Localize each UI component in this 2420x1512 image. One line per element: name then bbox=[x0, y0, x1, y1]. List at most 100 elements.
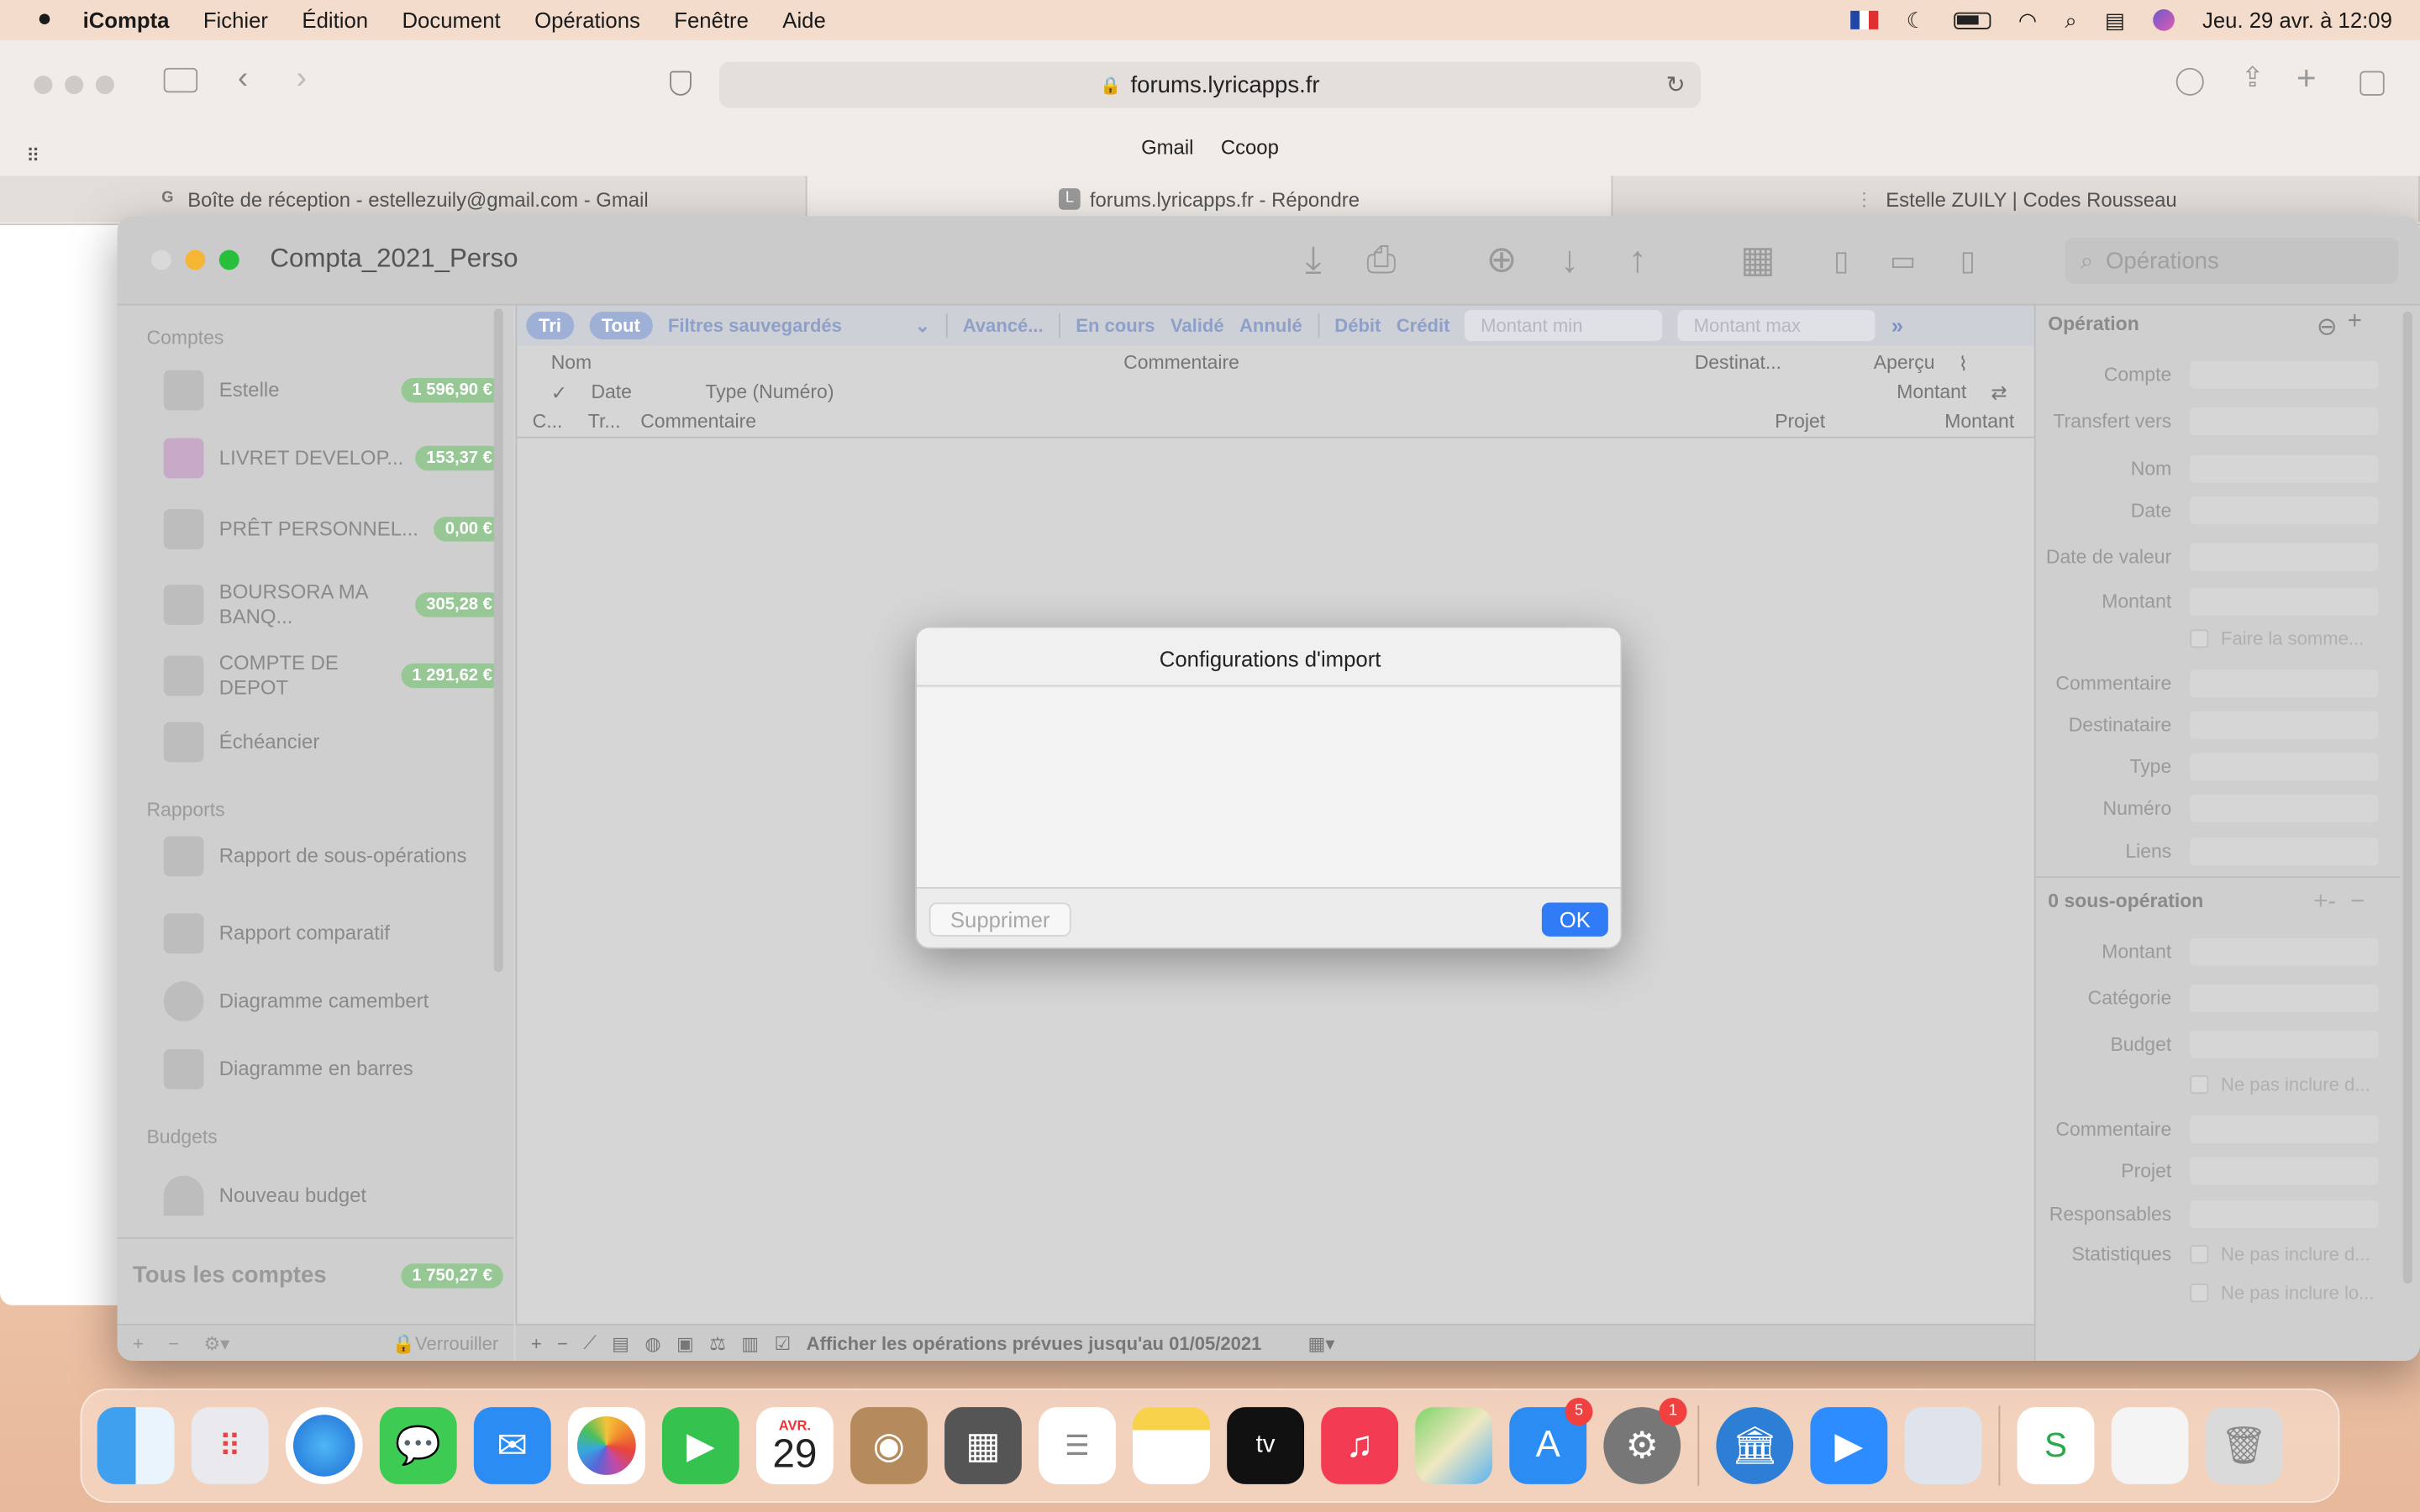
arrow-up-icon[interactable]: ↑ bbox=[1614, 238, 1660, 284]
left-panel-icon[interactable]: ▯ bbox=[1818, 238, 1865, 284]
account-estelle[interactable]: Estelle 1 596,90 € bbox=[163, 370, 503, 411]
lock-button[interactable]: 🔒Verrouiller bbox=[392, 1332, 499, 1354]
tab-overview-icon[interactable] bbox=[2360, 71, 2385, 96]
arrow-down-icon[interactable]: ↓ bbox=[1546, 238, 1592, 284]
minimize-button[interactable] bbox=[185, 249, 206, 270]
col-destinataire[interactable]: Destinat... bbox=[1695, 352, 1781, 374]
id-card-icon[interactable]: ▣ bbox=[676, 1332, 694, 1354]
import-icon[interactable]: ⤓ bbox=[1290, 238, 1336, 284]
all-accounts[interactable]: Tous les comptes 1 750,27 € bbox=[133, 1262, 503, 1289]
amount-min-input[interactable]: Montant min bbox=[1465, 310, 1663, 341]
wifi-icon[interactable]: ◠ bbox=[2018, 7, 2037, 33]
sidebar-toggle-icon[interactable] bbox=[163, 67, 198, 93]
remove-icon[interactable]: − bbox=[557, 1332, 568, 1354]
line-chart-icon[interactable]: ⟋ bbox=[583, 1331, 596, 1355]
saved-filters-select[interactable]: Filtres sauvegardés ⌄ bbox=[668, 315, 930, 337]
add-sub-icon[interactable]: +- bbox=[2313, 889, 2336, 916]
account-livret[interactable]: LIVRET DEVELOP... 153,37 € bbox=[163, 438, 503, 479]
add-icon[interactable]: + bbox=[133, 1332, 144, 1354]
print-icon[interactable]: ⎙ bbox=[1358, 238, 1404, 284]
battery-icon[interactable] bbox=[1953, 11, 1991, 29]
menu-aide[interactable]: Aide bbox=[782, 8, 825, 32]
sub-montant-input[interactable] bbox=[2190, 937, 2379, 966]
account-boursora[interactable]: BOURSORA MA BANQ... 305,28 € bbox=[163, 580, 503, 630]
account-compte-depot[interactable]: COMPTE DE DEPOT 1 291,62 € bbox=[163, 651, 503, 701]
exclude-checkbox[interactable] bbox=[2190, 1075, 2209, 1095]
facetime-icon[interactable]: ▶ bbox=[661, 1407, 739, 1484]
preview-icon[interactable] bbox=[1904, 1407, 1982, 1484]
reminders-icon[interactable]: ☰ bbox=[1039, 1407, 1116, 1484]
report-sous-operations[interactable]: Rapport de sous-opérations bbox=[163, 836, 503, 877]
projet-select[interactable] bbox=[2190, 1157, 2379, 1185]
col-c[interactable]: C... bbox=[533, 411, 563, 433]
nom-input[interactable] bbox=[2190, 454, 2379, 483]
calendar-icon[interactable]: AVR. 29 bbox=[755, 1407, 834, 1484]
filter-cancelled[interactable]: Annulé bbox=[1239, 315, 1302, 337]
apple-tv-icon[interactable]: tv bbox=[1227, 1407, 1305, 1484]
col-tr[interactable]: Tr... bbox=[588, 411, 621, 433]
filter-pending[interactable]: En cours bbox=[1076, 315, 1155, 337]
montant-input[interactable] bbox=[2190, 587, 2379, 616]
remove-icon[interactable]: − bbox=[168, 1332, 179, 1354]
date-valeur-input[interactable] bbox=[2190, 543, 2379, 571]
report-camembert[interactable]: Diagramme camembert bbox=[163, 981, 503, 1021]
commentaire-input[interactable] bbox=[2190, 669, 2379, 698]
transfert-select[interactable] bbox=[2190, 407, 2379, 435]
budget-select[interactable] bbox=[2190, 1030, 2379, 1058]
field-numero[interactable]: Numéro bbox=[2036, 794, 2407, 822]
shield-icon[interactable] bbox=[670, 71, 692, 96]
budget-nouveau[interactable]: Nouveau budget bbox=[163, 1175, 503, 1216]
notes-icon[interactable] bbox=[1133, 1407, 1210, 1484]
remove-sub-icon[interactable]: − bbox=[2350, 889, 2365, 916]
field-transfert[interactable]: Transfert vers bbox=[2036, 407, 2407, 435]
reload-icon[interactable]: ↻ bbox=[1666, 71, 1686, 98]
launchpad-icon[interactable]: ⠿ bbox=[191, 1407, 269, 1484]
trash-icon[interactable]: 🗑 bbox=[2205, 1407, 2283, 1484]
type-select[interactable] bbox=[2190, 753, 2379, 781]
filter-sort[interactable]: Tri bbox=[526, 312, 574, 340]
sum-option[interactable]: Faire la somme... bbox=[2036, 628, 2407, 649]
col-date[interactable]: Date bbox=[591, 381, 632, 403]
col-check[interactable]: ✓ bbox=[551, 381, 567, 405]
swap-icon[interactable]: ⇄ bbox=[1991, 381, 2007, 405]
expand-icon[interactable]: » bbox=[1891, 313, 1903, 338]
menu-fenetre[interactable]: Fenêtre bbox=[674, 8, 749, 32]
messages-icon[interactable]: 💬 bbox=[379, 1407, 457, 1484]
sidebar-scrollbar[interactable] bbox=[493, 308, 503, 973]
col-sub-commentaire[interactable]: Commentaire bbox=[640, 411, 756, 433]
download-circle-icon[interactable]: ⊕ bbox=[1479, 238, 1525, 284]
control-center-icon[interactable]: ▤ bbox=[2105, 7, 2125, 33]
safari-traffic-lights[interactable] bbox=[34, 74, 126, 102]
field-destinataire[interactable]: Destinataire bbox=[2036, 711, 2407, 739]
back-icon[interactable]: ‹ bbox=[238, 61, 248, 97]
table-icon[interactable]: ▦▾ bbox=[1308, 1332, 1335, 1354]
zoom-icon[interactable]: ▶ bbox=[1810, 1407, 1888, 1484]
categorie-select[interactable] bbox=[2190, 984, 2379, 1012]
numero-input[interactable] bbox=[2190, 794, 2379, 822]
stats-option-2[interactable]: Ne pas inclure lo... bbox=[2036, 1282, 2407, 1304]
field-sub-montant[interactable]: Montant bbox=[2036, 937, 2407, 966]
responsables-input[interactable] bbox=[2190, 1200, 2379, 1229]
apple-menu-icon[interactable]: ● bbox=[37, 6, 52, 34]
menu-app-name[interactable]: iCompta bbox=[83, 8, 170, 32]
report-barres[interactable]: Diagramme en barres bbox=[163, 1048, 503, 1089]
mail-icon[interactable]: ✉ bbox=[473, 1407, 551, 1484]
field-commentaire[interactable]: Commentaire bbox=[2036, 669, 2407, 698]
close-button[interactable] bbox=[150, 249, 171, 270]
compte-select[interactable] bbox=[2190, 360, 2379, 389]
field-liens[interactable]: Liens bbox=[2036, 837, 2407, 866]
spotlight-icon[interactable]: ⌕ bbox=[2065, 7, 2076, 33]
config-list[interactable] bbox=[916, 688, 1621, 889]
ok-button[interactable]: OK bbox=[1541, 902, 1608, 937]
numbers-document-icon[interactable]: S bbox=[2017, 1407, 2095, 1484]
finder-icon[interactable] bbox=[97, 1407, 175, 1484]
music-icon[interactable]: ♫ bbox=[1321, 1407, 1399, 1484]
sum-checkbox[interactable] bbox=[2190, 629, 2209, 648]
destinataire-input[interactable] bbox=[2190, 711, 2379, 739]
stats-checkbox-2[interactable] bbox=[2190, 1284, 2209, 1303]
date-input[interactable] bbox=[2190, 496, 2379, 525]
more-icon[interactable]: ⊖ bbox=[2317, 312, 2338, 343]
new-tab-icon[interactable]: + bbox=[2296, 59, 2317, 99]
field-categorie[interactable]: Catégorie bbox=[2036, 984, 2407, 1012]
app-store-icon[interactable]: A5 bbox=[1509, 1398, 1593, 1484]
